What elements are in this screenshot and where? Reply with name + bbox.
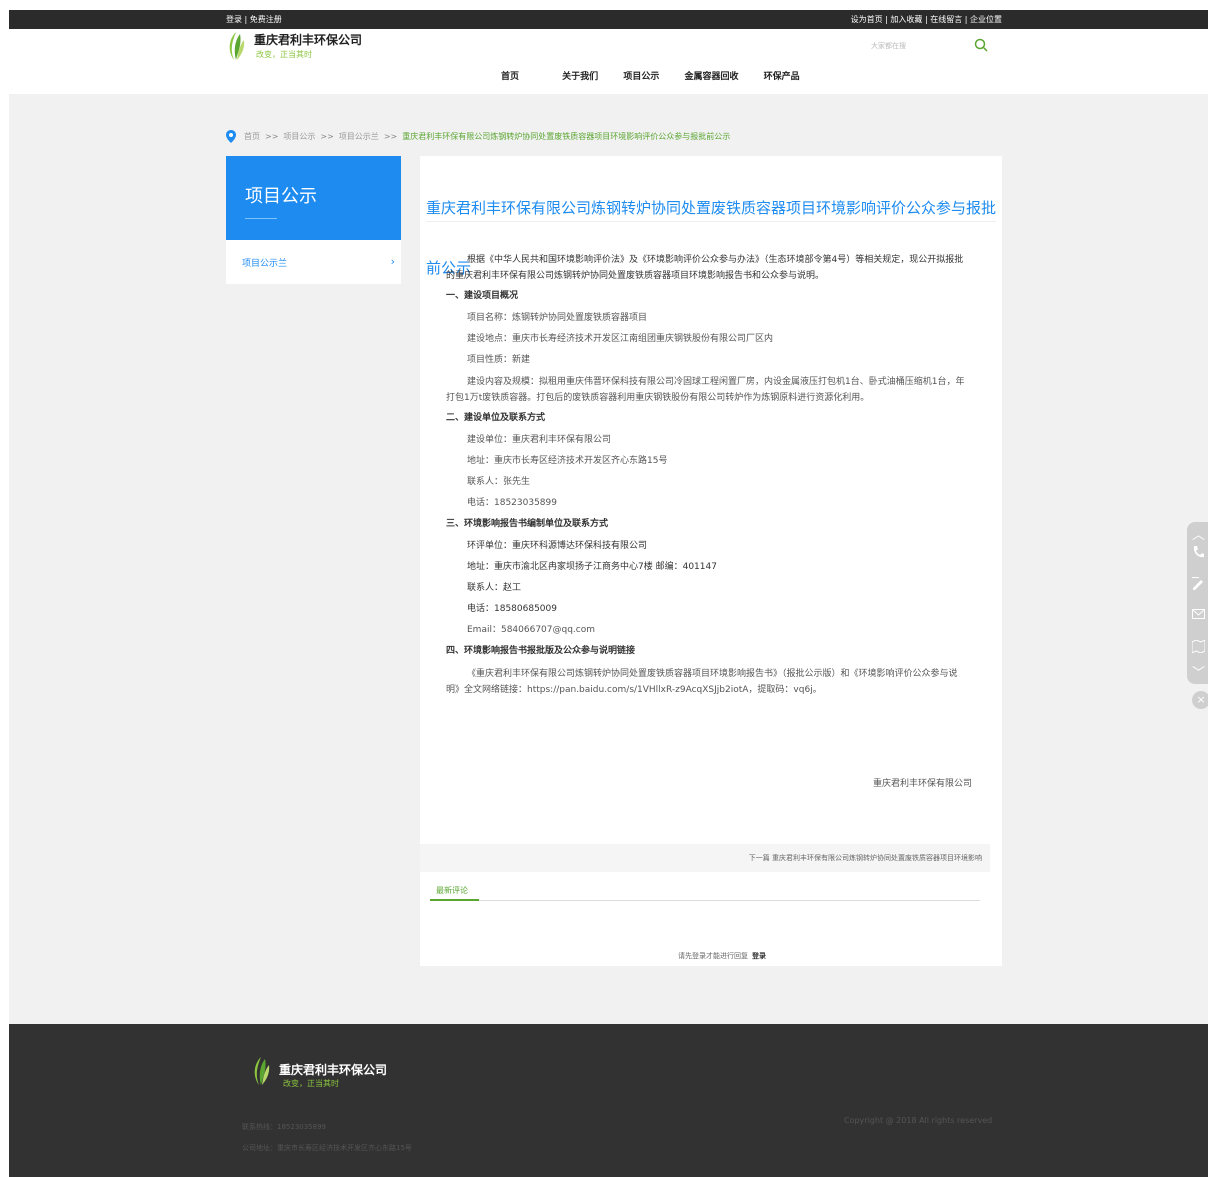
breadcrumb-current: 重庆君利丰环保有限公司炼钢转炉协同处置废铁质容器项目环境影响评价公众参与报批前公… <box>402 132 731 141</box>
site-header: 重庆君利丰环保公司 改变，正当其时 首页 关于我们 项目公示 金属容器回收 环保… <box>9 29 1208 94</box>
article-line: 地址：重庆市渝北区冉家坝扬子江商务中心7楼 邮编：401147 <box>467 562 717 572</box>
comment-tab-underline <box>430 899 479 901</box>
article-line: 地址：重庆市长寿区经济技术开发区齐心东路15号 <box>467 456 668 466</box>
location-pin-icon <box>226 130 236 143</box>
article-line: 联系人：赵工 <box>467 583 522 593</box>
article-intro: 根据《中华人民共和国环境影响评价法》及《环境影响评价公众参与办法》（生态环境部令… <box>446 255 964 281</box>
floating-toolbar: ︿ ﹀ <box>1187 522 1208 684</box>
comment-divider <box>430 900 980 901</box>
nav-about[interactable]: 关于我们 <box>562 69 598 82</box>
footer-leaf-logo-icon <box>254 1057 270 1085</box>
company-slogan: 改变，正当其时 <box>256 50 312 59</box>
article-line: 电话：18523035899 <box>467 498 557 508</box>
main-nav: 首页 关于我们 项目公示 金属容器回收 环保产品 <box>501 69 822 82</box>
search-icon[interactable] <box>974 38 988 52</box>
footer-hotline: 联系热线：18523035899 <box>242 1123 326 1131</box>
footer-copyright: Copyright @ 2018 All rights reserved <box>844 1116 993 1125</box>
chevron-right-icon: › <box>390 255 395 268</box>
next-article-link[interactable]: 下一篇 重庆君利丰环保有限公司炼钢转炉协同处置废铁质容器项目环境影响 <box>749 853 982 863</box>
edit-icon[interactable] <box>1192 577 1204 591</box>
search-input[interactable]: 大家都在搜 <box>871 41 906 51</box>
sidebar-header: 项目公示 <box>226 156 401 240</box>
breadcrumb: 首页 >> 项目公示 >> 项目公示兰 >> 重庆君利丰环保有限公司炼钢转炉协同… <box>226 130 730 143</box>
company-name: 重庆君利丰环保公司 <box>254 33 363 47</box>
article-line: 项目性质：新建 <box>467 355 531 365</box>
breadcrumb-sep: >> <box>265 132 279 141</box>
nav-projects[interactable]: 项目公示 <box>623 69 659 82</box>
site-footer: 重庆君利丰环保公司 改变，正当其时 联系热线：18523035899 公司地址：… <box>9 1024 1208 1177</box>
map-icon[interactable] <box>1192 640 1205 653</box>
tab-latest-comments[interactable]: 最新评论 <box>436 885 468 896</box>
top-right-links[interactable]: 设为首页 | 加入收藏 | 在线留言 | 企业位置 <box>851 14 1002 25</box>
nav-products[interactable]: 环保产品 <box>764 69 800 82</box>
article-body: 根据《中华人民共和国环境影响评价法》及《环境影响评价公众参与办法》（生态环境部令… <box>446 253 971 704</box>
close-icon[interactable]: × <box>1192 691 1208 709</box>
article-line: Email：584066707@qq.com <box>467 625 596 635</box>
section-heading: 一、建设项目概况 <box>446 291 519 301</box>
comment-tip-text: 请先登录才能进行回复 <box>678 952 748 960</box>
article-line: 建设单位：重庆君利丰环保有限公司 <box>467 435 612 445</box>
nav-home[interactable]: 首页 <box>501 69 519 82</box>
breadcrumb-sep: >> <box>320 132 334 141</box>
title-divider <box>426 221 996 222</box>
nav-metal-recycle[interactable]: 金属容器回收 <box>684 69 738 82</box>
page-frame: 登录 | 免费注册 设为首页 | 加入收藏 | 在线留言 | 企业位置 重庆君利… <box>9 10 1208 1177</box>
article-line: 项目名称：炼钢转炉协同处置废铁质容器项目 <box>467 313 648 323</box>
article-line: 联系人：张先生 <box>467 477 531 487</box>
footer-slogan: 改变，正当其时 <box>283 1079 339 1088</box>
sidebar-item-project-list[interactable]: 项目公示兰 › <box>226 240 401 284</box>
article-signature: 重庆君利丰环保有限公司 <box>872 779 972 789</box>
phone-icon[interactable] <box>1192 545 1204 559</box>
breadcrumb-home[interactable]: 首页 <box>244 131 260 142</box>
article-link-paragraph[interactable]: 《重庆君利丰环保有限公司炼钢转炉协同处置废铁质容器项目环境影响报告书》（报批公示… <box>446 667 971 698</box>
breadcrumb-projects[interactable]: 项目公示 <box>283 131 315 142</box>
article-line: 环评单位：重庆环科源博达环保科技有限公司 <box>467 541 648 551</box>
footer-address: 公司地址：重庆市长寿区经济技术开发区齐心东路15号 <box>242 1144 412 1152</box>
up-icon[interactable]: ︿ <box>1192 524 1205 543</box>
login-register-links[interactable]: 登录 | 免费注册 <box>226 14 282 25</box>
sidebar-item-label: 项目公示兰 <box>242 259 288 269</box>
article-paragraph: 建设内容及规模：拟租用重庆伟晋环保科技有限公司冷固球工程闲置厂房，内设金属液压打… <box>446 377 965 403</box>
down-icon[interactable]: ﹀ <box>1192 662 1205 681</box>
site-logo[interactable]: 重庆君利丰环保公司 改变，正当其时 <box>224 30 374 64</box>
comment-login-link[interactable]: 登录 <box>752 952 766 960</box>
section-heading: 二、建设单位及联系方式 <box>446 413 546 423</box>
mail-icon[interactable] <box>1192 608 1205 620</box>
article-panel: 重庆君利丰环保有限公司炼钢转炉协同处置废铁质容器项目环境影响评价公众参与报批前公… <box>420 156 1002 966</box>
top-bar: 登录 | 免费注册 设为首页 | 加入收藏 | 在线留言 | 企业位置 <box>9 10 1208 29</box>
section-heading: 四、环境影响报告书报批版及公众参与说明链接 <box>446 646 636 656</box>
next-article-bar: 下一篇 重庆君利丰环保有限公司炼钢转炉协同处置废铁质容器项目环境影响 <box>420 844 990 872</box>
article-line: 电话：18580685009 <box>467 604 557 614</box>
section-heading: 三、环境影响报告书编制单位及联系方式 <box>446 519 609 529</box>
sidebar-title: 项目公示 <box>245 186 317 207</box>
comment-login-tip: 请先登录才能进行回复 登录 <box>678 951 766 961</box>
breadcrumb-sep: >> <box>383 132 398 141</box>
sidebar-title-underline <box>245 218 277 219</box>
leaf-logo-icon <box>229 32 245 60</box>
footer-company-name: 重庆君利丰环保公司 <box>279 1063 388 1077</box>
article-line: 建设地点：重庆市长寿经济技术开发区江南组团重庆钢铁股份有限公司厂区内 <box>467 334 774 344</box>
breadcrumb-project-list[interactable]: 项目公示兰 <box>339 131 379 142</box>
